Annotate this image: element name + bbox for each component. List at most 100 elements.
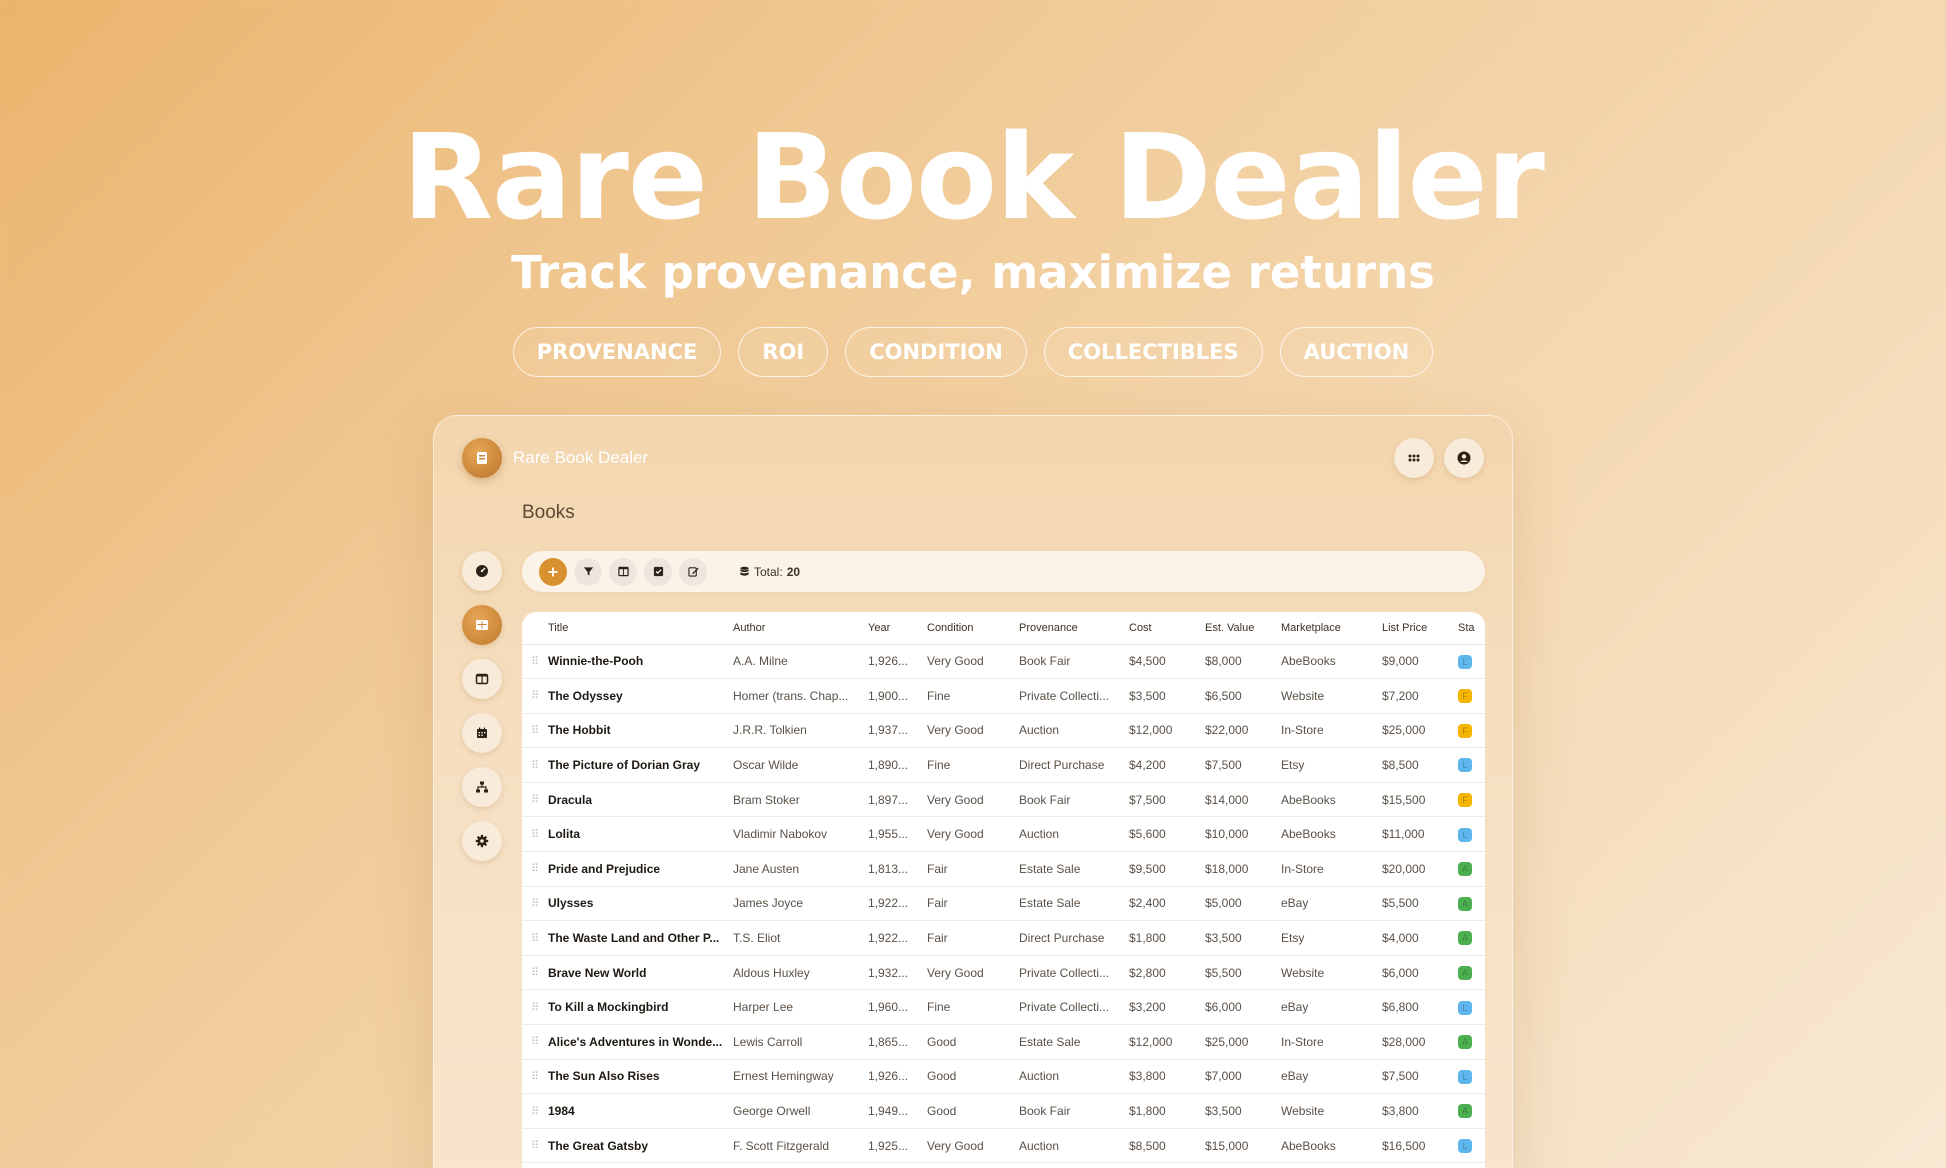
table-row[interactable]: ⠿ To Kill a Mockingbird Harper Lee 1,960...… — [522, 989, 1485, 1026]
drag-handle-icon[interactable]: ⠿ — [522, 678, 548, 714]
table-row[interactable]: ⠿ 1984 George Orwell 1,949... Good Book Fair $… — [522, 1093, 1485, 1129]
table-row[interactable]: ⠿ Winnie-the-Pooh A.A. Milne 1,926... Very G… — [522, 644, 1485, 680]
drag-handle-icon[interactable]: ⠿ — [522, 886, 548, 922]
cell-market: AbeBooks — [1281, 816, 1382, 853]
drag-handle-icon[interactable]: ⠿ — [522, 816, 548, 853]
status-badge[interactable]: F — [1458, 793, 1472, 808]
status-badge[interactable]: F — [1458, 689, 1472, 704]
status-badge[interactable]: L — [1458, 1139, 1472, 1154]
table-row[interactable]: ⠿ Dracula Bram Stoker 1,897... Very Good Book… — [522, 782, 1485, 818]
column-header[interactable]: Cost — [1129, 612, 1205, 645]
table-row[interactable]: ⠿ The Odyssey Homer (trans. Chap... 1,900..… — [522, 678, 1485, 714]
sidebar-item-settings[interactable] — [462, 821, 502, 861]
cell-market: Website — [1281, 955, 1382, 991]
cell-provenance: Private Collecti... — [1019, 955, 1129, 991]
app-logo[interactable] — [462, 438, 502, 478]
columns-button[interactable] — [609, 557, 637, 586]
drag-handle-icon[interactable]: ⠿ — [522, 1059, 548, 1095]
column-header[interactable]: Provenance — [1019, 612, 1129, 645]
status-badge[interactable]: A — [1458, 896, 1472, 911]
column-header[interactable]: Condition — [927, 612, 1019, 645]
cell-title: Brave New World — [548, 955, 733, 991]
sidebar-item-board[interactable] — [462, 659, 502, 699]
column-header[interactable]: Title — [548, 612, 733, 645]
table-row[interactable]: ⠿ Alice's Adventures in Wonde... Lewis Car… — [522, 1024, 1485, 1060]
drag-handle-icon[interactable]: ⠿ — [522, 1128, 548, 1164]
status-badge[interactable]: L — [1458, 758, 1472, 773]
drag-handle-icon[interactable]: ⠿ — [522, 920, 548, 956]
column-header[interactable]: Marketplace — [1281, 612, 1382, 645]
status-badge[interactable]: L — [1458, 654, 1472, 669]
cell-cost: $4,500 — [1129, 644, 1205, 680]
status-badge[interactable]: A — [1458, 966, 1472, 981]
cell-value: $5,000 — [1205, 886, 1281, 922]
cell-provenance: Estate Sale — [1019, 886, 1129, 922]
drag-handle-icon[interactable]: ⠿ — [522, 747, 548, 783]
drag-handle-icon[interactable]: ⠿ — [522, 851, 548, 887]
columns-icon — [617, 566, 629, 577]
table-row[interactable]: ⠿ The Hobbit J.R.R. Tolkien 1,937... Very Go… — [522, 713, 1485, 749]
cell-title: Pride and Prejudice — [548, 851, 733, 887]
table-row[interactable]: ⠿ Brave New World Aldous Huxley 1,932... Ver… — [522, 955, 1485, 991]
column-header[interactable]: Sta — [1458, 612, 1485, 645]
apps-grid-button[interactable] — [1394, 438, 1434, 478]
edit-button[interactable] — [679, 557, 707, 586]
drag-handle-icon[interactable]: ⠿ — [522, 989, 548, 1026]
cell-cost: $2,400 — [1129, 886, 1205, 922]
status-badge[interactable]: F — [1458, 723, 1472, 738]
table-icon — [476, 620, 488, 630]
cell-author: A.A. Milne — [733, 644, 868, 680]
status-badge[interactable]: A — [1458, 862, 1472, 877]
table-row[interactable]: ⠿ Lolita Vladimir Nabokov 1,955... Very Good… — [522, 816, 1485, 853]
user-account-button[interactable] — [1444, 438, 1484, 478]
table-row[interactable]: ⠿ The Waste Land and Other P... T.S. Eliot… — [522, 920, 1485, 956]
table-row[interactable]: ⠿ The Sun Also Rises Ernest Hemingway 1,926… — [522, 1059, 1485, 1095]
cell-cost: $3,200 — [1129, 989, 1205, 1026]
status-badge[interactable]: A — [1458, 1104, 1472, 1119]
cell-market: Website — [1281, 1093, 1382, 1129]
status-badge[interactable]: A — [1458, 1035, 1472, 1050]
hero-title: Rare Book Dealer — [402, 108, 1545, 246]
column-header[interactable]: Year — [868, 612, 927, 645]
cell-author: George Orwell — [733, 1093, 868, 1129]
column-header[interactable]: Est. Value — [1205, 612, 1281, 645]
tag-pill: AUCTION — [1279, 327, 1434, 377]
table-row[interactable]: ⠿ Ulysses James Joyce 1,922... Fair Estate Sa… — [522, 886, 1485, 922]
add-book-button[interactable] — [539, 557, 567, 586]
sidebar-item-books[interactable] — [462, 605, 502, 645]
cell-market: eBay — [1281, 886, 1382, 922]
cell-provenance: Private Collecti... — [1019, 678, 1129, 714]
status-badge[interactable]: L — [1458, 1069, 1472, 1084]
sidebar-item-hierarchy[interactable] — [462, 767, 502, 807]
cell-status: A — [1458, 886, 1485, 922]
cell-title: Dracula — [548, 782, 733, 818]
cell-status: L — [1458, 1059, 1485, 1095]
sidebar-item-calendar[interactable] — [462, 713, 502, 753]
table-row[interactable]: ⠿ The Great Gatsby F. Scott Fitzgerald 1,92… — [522, 1128, 1485, 1164]
status-badge[interactable]: L — [1458, 827, 1472, 842]
status-badge[interactable]: L — [1458, 1000, 1472, 1015]
column-header[interactable]: List Price — [1382, 612, 1458, 645]
cell-title: Lolita — [548, 816, 733, 853]
status-badge[interactable]: A — [1458, 931, 1472, 946]
drag-handle-icon[interactable]: ⠿ — [522, 955, 548, 991]
cell-price: $6,000 — [1382, 955, 1458, 991]
table-row[interactable]: ⠿ Pride and Prejudice Jane Austen 1,813... F… — [522, 851, 1485, 887]
drag-handle-icon[interactable]: ⠿ — [522, 644, 548, 680]
cell-provenance: Auction — [1019, 1128, 1129, 1164]
drag-handle-icon[interactable]: ⠿ — [522, 1024, 548, 1060]
drag-handle-icon[interactable]: ⠿ — [522, 713, 548, 749]
drag-handle-icon[interactable]: ⠿ — [522, 782, 548, 818]
cell-year: 1,955... — [868, 816, 927, 853]
cell-condition: Very Good — [927, 955, 1019, 991]
table-body: ⠿ Winnie-the-Pooh A.A. Milne 1,926... Very G… — [522, 644, 1485, 1164]
table-row[interactable]: ⠿ The Picture of Dorian Gray Oscar Wilde 1,… — [522, 747, 1485, 783]
cell-status: L — [1458, 1128, 1485, 1164]
select-button[interactable] — [644, 557, 672, 586]
column-header[interactable]: Author — [733, 612, 868, 645]
drag-handle-icon[interactable]: ⠿ — [522, 1093, 548, 1129]
sidebar-item-dashboard[interactable] — [462, 551, 502, 591]
filter-button[interactable] — [574, 557, 602, 586]
cell-status: A — [1458, 1093, 1485, 1129]
cell-price: $15,500 — [1382, 782, 1458, 818]
